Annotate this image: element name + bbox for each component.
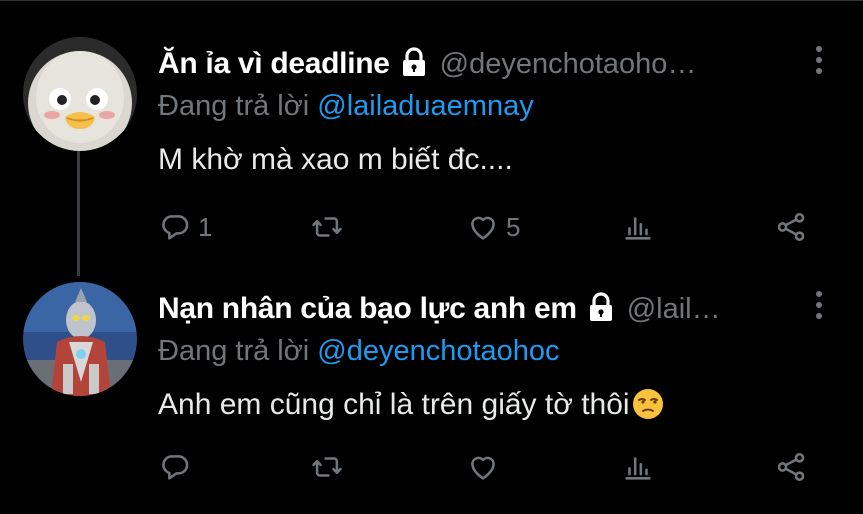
retweet-button[interactable] xyxy=(310,210,350,244)
author-name[interactable]: Ăn ỉa vì deadline xyxy=(158,47,390,81)
retweet-button[interactable] xyxy=(310,450,350,484)
lock-icon xyxy=(585,291,617,328)
lock-icon xyxy=(398,46,430,83)
share-button[interactable] xyxy=(774,210,808,244)
views-button[interactable] xyxy=(621,450,655,484)
share-icon xyxy=(777,452,805,482)
like-icon xyxy=(471,456,495,480)
views-icon xyxy=(625,457,651,480)
action-bar xyxy=(158,450,818,490)
replying-prefix: Đang trả lời xyxy=(158,90,310,122)
mention-link[interactable]: @lailaduaemnay xyxy=(317,90,533,122)
retweet-icon xyxy=(312,217,342,237)
mention-link[interactable]: @deyenchotaohoc xyxy=(317,335,559,367)
author-handle[interactable]: @deyenchotaoho… xyxy=(440,48,697,81)
top-divider xyxy=(0,0,863,1)
reply-icon xyxy=(162,215,189,240)
reply-count: 1 xyxy=(198,211,213,242)
like-count: 5 xyxy=(506,211,521,242)
reply-button[interactable] xyxy=(158,450,198,484)
share-icon xyxy=(777,212,805,242)
unamused-face-emoji xyxy=(632,388,664,428)
action-bar: 1 5 xyxy=(158,210,818,250)
author-handle[interactable]: @lail… xyxy=(627,293,721,326)
tweet-text: Anh em cũng chỉ là trên giấy tờ thôi xyxy=(158,388,664,428)
share-button[interactable] xyxy=(774,450,808,484)
reply-button[interactable]: 1 xyxy=(158,210,212,244)
more-icon[interactable] xyxy=(815,46,823,78)
tweet-text-content: Anh em cũng chỉ là trên giấy tờ thôi xyxy=(158,388,630,421)
replying-prefix: Đang trả lời xyxy=(158,335,310,367)
tweet-2[interactable]: Nạn nhân của bạo lực anh em @lail… Đang … xyxy=(0,275,863,514)
like-button[interactable]: 5 xyxy=(466,210,520,244)
views-button[interactable] xyxy=(621,210,655,244)
views-icon xyxy=(625,217,651,240)
replying-to: Đang trả lời @deyenchotaohoc xyxy=(158,335,560,368)
avatar[interactable] xyxy=(23,282,137,396)
reply-icon xyxy=(162,455,189,480)
like-button[interactable] xyxy=(466,450,506,484)
retweet-icon xyxy=(312,457,342,477)
avatar[interactable] xyxy=(23,37,137,151)
author-name[interactable]: Nạn nhân của bạo lực anh em xyxy=(158,292,577,326)
tweet-text: M khờ mà xao m biết đc.... xyxy=(158,143,513,176)
replying-to: Đang trả lời @lailaduaemnay xyxy=(158,90,534,123)
like-icon xyxy=(471,216,495,240)
tweet-1[interactable]: Ăn ỉa vì deadline @deyenchotaoho… Đang t… xyxy=(0,30,863,270)
more-icon[interactable] xyxy=(815,291,823,323)
